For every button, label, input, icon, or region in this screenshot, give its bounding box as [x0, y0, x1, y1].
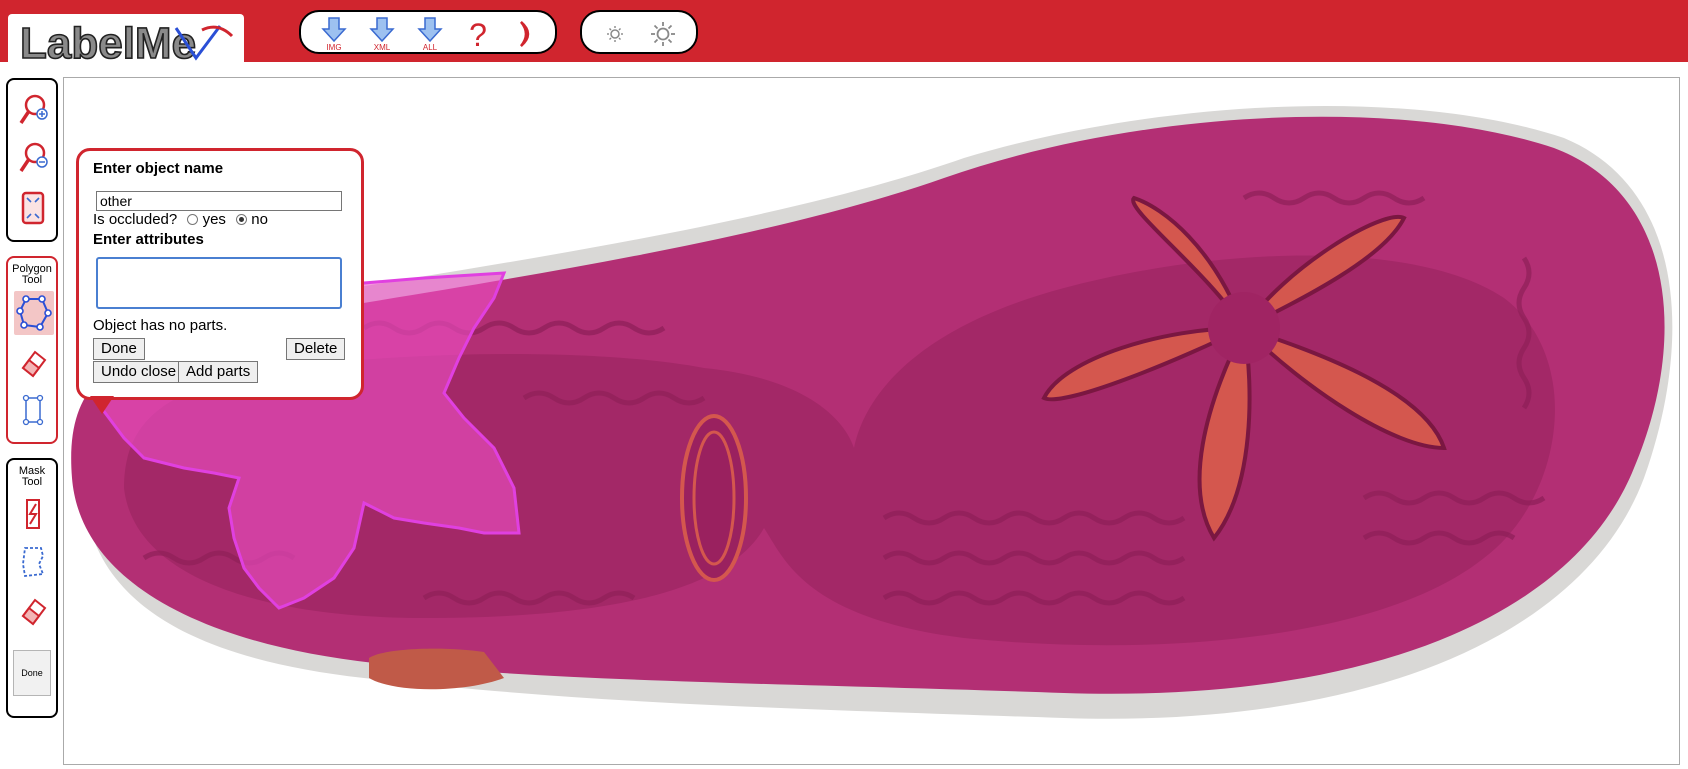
- download-image-label: IMG: [326, 43, 342, 52]
- zoom-in-button[interactable]: [17, 92, 49, 128]
- download-xml-button[interactable]: XML: [365, 16, 399, 52]
- download-arrow-icon: [321, 17, 347, 43]
- attributes-textarea[interactable]: [96, 257, 342, 309]
- done-button[interactable]: Done: [93, 338, 145, 360]
- mask-tool-title: Mask Tool: [18, 465, 46, 488]
- brush-icon: [26, 499, 40, 529]
- object-label-popup: Enter object name Is occluded? yes no En…: [76, 148, 364, 400]
- mask-eraser-button[interactable]: [17, 592, 49, 628]
- signout-button[interactable]: [509, 16, 543, 52]
- sun-large-icon: [651, 22, 675, 46]
- sun-small-icon: [607, 26, 623, 42]
- zoom-out-button[interactable]: [17, 140, 49, 176]
- download-image-button[interactable]: IMG: [317, 16, 351, 52]
- add-parts-button[interactable]: Add parts: [178, 361, 259, 383]
- occluded-yes-radio[interactable]: [187, 214, 199, 225]
- crescent-icon: [520, 21, 530, 47]
- file-tools-group: IMG XML ALL ?: [299, 10, 557, 54]
- polygon-icon: [16, 295, 52, 331]
- zoom-in-icon: [19, 94, 48, 124]
- occluded-label: Is occluded?: [93, 211, 178, 228]
- mask-region-icon: [22, 547, 45, 577]
- mask-brush-button[interactable]: [17, 496, 49, 532]
- undo-close-button[interactable]: Undo close: [93, 361, 185, 383]
- brand-logo-oval: [680, 414, 748, 582]
- bounding-box-button[interactable]: [17, 392, 49, 428]
- top-toolbar: LabelMe IMG XML ALL ?: [0, 0, 1688, 69]
- download-arrow-icon: [417, 17, 443, 43]
- increase-brightness-button[interactable]: [646, 16, 680, 52]
- zoom-out-icon: [19, 142, 48, 172]
- fit-to-screen-icon: [21, 191, 45, 225]
- download-all-label: ALL: [422, 43, 438, 52]
- polygon-tool-button[interactable]: [14, 291, 54, 335]
- occluded-no-label: no: [251, 211, 268, 228]
- mask-done-button[interactable]: Done: [13, 650, 51, 696]
- help-button[interactable]: ?: [461, 16, 495, 52]
- delete-button[interactable]: Delete: [286, 338, 346, 360]
- fit-to-screen-button[interactable]: [17, 190, 49, 226]
- parts-status-text: Object has no parts.: [93, 317, 228, 334]
- labelme-logo[interactable]: LabelMe: [6, 8, 256, 72]
- popup-pointer: [90, 396, 114, 414]
- polygon-tool-title: Polygon Tool: [12, 263, 52, 286]
- eraser-icon: [21, 598, 47, 626]
- bounding-box-icon: [22, 394, 44, 426]
- brightness-group: [580, 10, 698, 54]
- svg-text:LabelMe: LabelMe: [20, 19, 196, 68]
- question-mark-icon: ?: [469, 17, 487, 52]
- eraser-icon: [21, 350, 47, 378]
- zoom-panel: [6, 78, 58, 242]
- occluded-yes-label: yes: [202, 211, 226, 228]
- polygon-eraser-button[interactable]: [17, 344, 49, 380]
- svg-text:?: ?: [469, 17, 487, 52]
- object-name-heading: Enter object name: [93, 160, 224, 177]
- mask-region-button[interactable]: [17, 544, 49, 580]
- polygon-tool-panel: Polygon Tool: [6, 256, 58, 444]
- occluded-no-radio[interactable]: [236, 214, 248, 225]
- download-arrow-icon: [369, 17, 395, 43]
- object-name-input[interactable]: [96, 191, 342, 211]
- attributes-heading: Enter attributes: [93, 231, 204, 248]
- download-all-button[interactable]: ALL: [413, 16, 447, 52]
- decrease-brightness-button[interactable]: [598, 16, 632, 52]
- mask-tool-panel: Mask Tool Done: [6, 458, 58, 718]
- occluded-row: Is occluded? yes no: [93, 211, 268, 228]
- download-xml-label: XML: [373, 43, 391, 52]
